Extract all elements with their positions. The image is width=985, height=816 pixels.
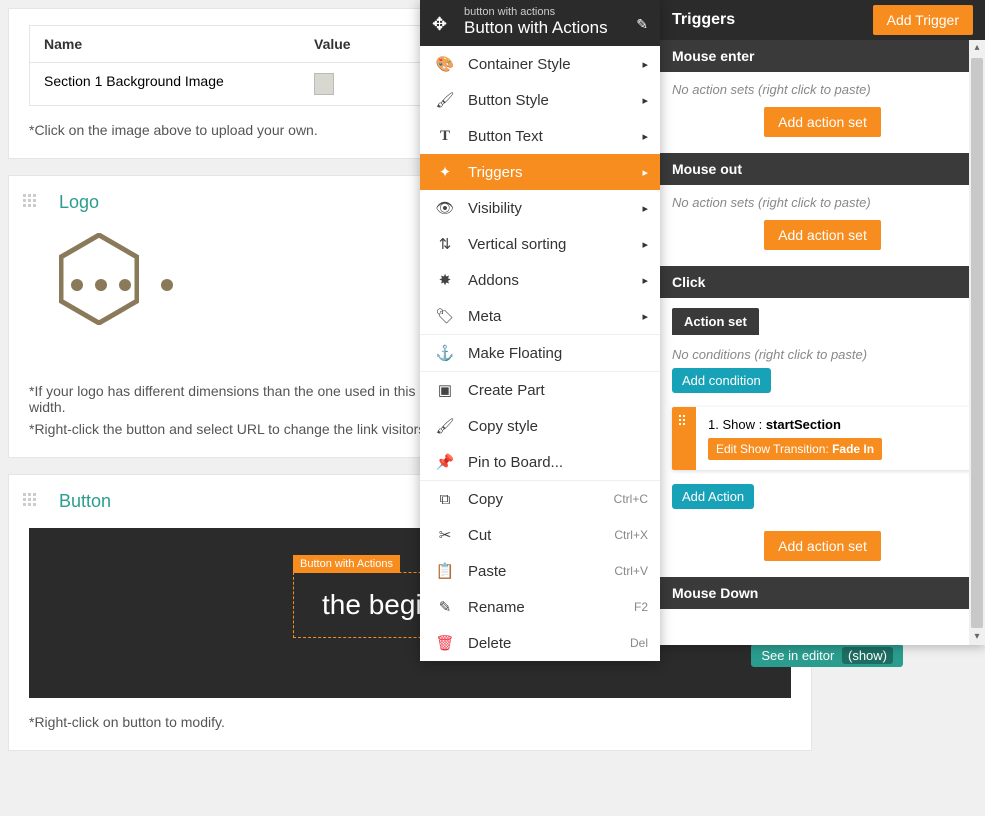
menu-create-part[interactable]: ▣Create Part <box>420 372 660 408</box>
palette-icon: 🎨 <box>434 55 456 73</box>
chevron-right-icon: ▸ <box>642 310 648 323</box>
menu-copy[interactable]: ⧉CopyCtrl+C <box>420 481 660 517</box>
add-action-button[interactable]: Add Action <box>672 484 754 509</box>
anchor-icon: ⚓ <box>434 344 456 362</box>
context-menu: ✥ button with actions Button with Action… <box>420 0 660 661</box>
sort-icon: ⇅ <box>434 235 456 253</box>
menu-addons[interactable]: ✸Addons▸ <box>420 262 660 298</box>
paste-icon: 📋 <box>434 562 456 580</box>
cut-icon: ✂ <box>434 526 456 544</box>
menu-copy-style[interactable]: 🖌Copy style <box>420 408 660 444</box>
text-icon: T <box>434 128 456 145</box>
menu-meta[interactable]: 🏷Meta▸ <box>420 298 660 334</box>
menu-triggers[interactable]: ✦Triggers▸ <box>420 154 660 190</box>
scrollbar[interactable]: ▴ ▾ <box>969 40 985 645</box>
context-menu-header: ✥ button with actions Button with Action… <box>420 0 660 46</box>
logo-dots <box>71 279 173 291</box>
add-condition-button[interactable]: Add condition <box>672 368 771 393</box>
style-icon: 🖌 <box>434 91 456 109</box>
shortcut: Ctrl+X <box>614 528 648 542</box>
eye-icon: 👁 <box>434 199 456 217</box>
shortcut: Ctrl+C <box>614 492 648 506</box>
trash-icon: 🗑 <box>434 634 456 652</box>
drag-handle-icon[interactable] <box>23 194 43 214</box>
drag-handle-icon[interactable] <box>672 407 696 470</box>
puzzle-icon: ✸ <box>434 271 456 289</box>
td-prop-name: Section 1 Background Image <box>30 63 300 105</box>
add-action-set-button[interactable]: Add action set <box>764 220 881 250</box>
hint-text: *Right-click on button to modify. <box>29 714 791 730</box>
wand-icon: ✦ <box>434 163 456 181</box>
context-title: Button with Actions <box>464 18 648 38</box>
show-toggle[interactable]: (show) <box>842 647 893 664</box>
pin-icon: 📌 <box>434 453 456 471</box>
add-trigger-button[interactable]: Add Trigger <box>873 5 973 35</box>
menu-vertical-sorting[interactable]: ⇅Vertical sorting▸ <box>420 226 660 262</box>
chevron-right-icon: ▸ <box>642 274 648 287</box>
panel-header: Triggers Add Trigger <box>660 0 985 40</box>
editor-chip[interactable]: See in editor (show) <box>751 644 903 667</box>
empty-text: No action sets (right click to paste) <box>672 195 973 210</box>
trigger-header-mouseout[interactable]: Mouse out <box>660 153 985 185</box>
chevron-right-icon: ▸ <box>642 166 648 179</box>
trigger-body: Add action set <box>660 521 985 577</box>
menu-button-style[interactable]: 🖌Button Style▸ <box>420 82 660 118</box>
brush-icon: 🖌 <box>434 417 456 435</box>
copy-icon: ⧉ <box>434 491 456 508</box>
panel-body: Mouse enter No action sets (right click … <box>660 40 985 645</box>
menu-container-style[interactable]: 🎨Container Style▸ <box>420 46 660 82</box>
panel-title: Triggers <box>672 11 735 29</box>
add-action-set-button[interactable]: Add action set <box>764 107 881 137</box>
edit-transition-button[interactable]: Edit Show Transition: Fade In <box>708 438 882 460</box>
move-icon[interactable]: ✥ <box>432 14 447 35</box>
shortcut: Ctrl+V <box>614 564 648 578</box>
menu-pin-to-board[interactable]: 📌Pin to Board... <box>420 444 660 480</box>
empty-text: No action sets (right click to paste) <box>672 82 973 97</box>
edit-icon[interactable]: ✎ <box>636 16 648 33</box>
selection-label: Button with Actions <box>293 555 400 573</box>
add-action-set-button[interactable]: Add action set <box>764 531 881 561</box>
trigger-header-mouseenter[interactable]: Mouse enter <box>660 40 985 72</box>
scroll-up-button[interactable]: ▴ <box>969 40 985 56</box>
menu-rename[interactable]: ✎RenameF2 <box>420 589 660 625</box>
chevron-right-icon: ▸ <box>642 130 648 143</box>
scrollbar-thumb[interactable] <box>971 58 983 628</box>
chevron-right-icon: ▸ <box>642 94 648 107</box>
no-conditions-text: No conditions (right click to paste) <box>672 347 973 362</box>
scroll-down-button[interactable]: ▾ <box>969 629 985 645</box>
action-label: 1. Show : startSection <box>708 417 961 432</box>
menu-visibility[interactable]: 👁Visibility▸ <box>420 190 660 226</box>
action-card[interactable]: 1. Show : startSection Edit Show Transit… <box>672 407 973 470</box>
part-icon: ▣ <box>434 381 456 399</box>
menu-paste[interactable]: 📋PasteCtrl+V <box>420 553 660 589</box>
chevron-right-icon: ▸ <box>642 58 648 71</box>
context-subtitle: button with actions <box>464 6 648 18</box>
action-set-area: No conditions (right click to paste) Add… <box>660 335 985 521</box>
trigger-body: No action sets (right click to paste) Ad… <box>660 72 985 153</box>
tag-icon: 🏷 <box>434 307 456 325</box>
trigger-header-click[interactable]: Click <box>660 266 985 298</box>
th-name: Name <box>30 26 300 63</box>
chevron-right-icon: ▸ <box>642 238 648 251</box>
trigger-body: No action sets (right click to paste) Ad… <box>660 185 985 266</box>
triggers-panel: Triggers Add Trigger Mouse enter No acti… <box>660 0 985 645</box>
image-thumbnail[interactable] <box>314 73 334 95</box>
chevron-right-icon: ▸ <box>642 202 648 215</box>
shortcut: Del <box>630 636 648 650</box>
action-set-tab[interactable]: Action set <box>672 308 759 335</box>
menu-button-text[interactable]: TButton Text▸ <box>420 118 660 154</box>
menu-cut[interactable]: ✂CutCtrl+X <box>420 517 660 553</box>
menu-delete[interactable]: 🗑DeleteDel <box>420 625 660 661</box>
shortcut: F2 <box>634 600 648 614</box>
action-content: 1. Show : startSection Edit Show Transit… <box>696 407 973 470</box>
rename-icon: ✎ <box>434 598 456 616</box>
logo-preview[interactable] <box>59 233 189 363</box>
drag-handle-icon[interactable] <box>23 493 43 513</box>
menu-make-floating[interactable]: ⚓Make Floating <box>420 335 660 371</box>
trigger-header-mousedown[interactable]: Mouse Down <box>660 577 985 609</box>
